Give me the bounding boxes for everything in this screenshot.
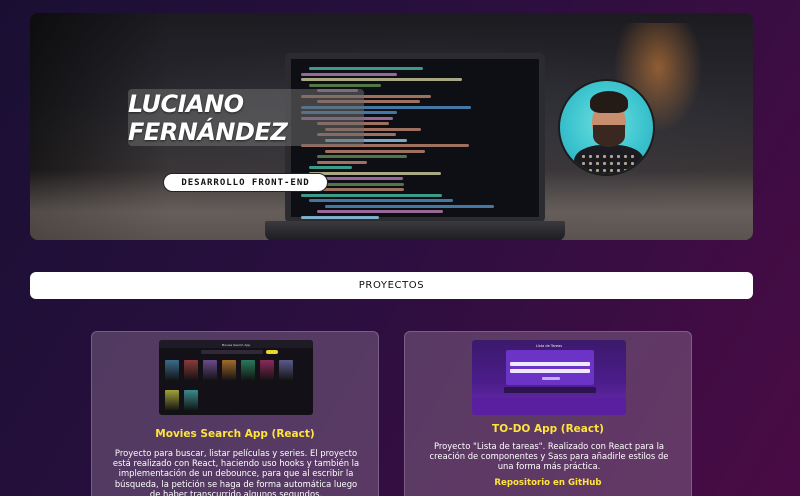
movie-poster — [260, 360, 274, 381]
movie-poster — [165, 360, 179, 381]
hero-name-box: LUCIANO FERNÁNDEZ — [128, 89, 364, 146]
movie-poster — [203, 360, 217, 381]
code-line — [301, 72, 397, 76]
project-card-todo: Lista de Tareas TO-DO App (React) Proyec… — [404, 331, 692, 496]
avatar-shirt-pattern — [580, 153, 638, 174]
project-title: TO-DO App (React) — [492, 423, 604, 435]
hero-role: DESARROLLO FRONT-END — [181, 177, 310, 188]
projects-header: PROYECTOS — [30, 272, 753, 299]
thumb-footer — [472, 398, 626, 415]
thumb-button — [542, 377, 560, 380]
code-line — [317, 210, 443, 213]
code-line — [309, 83, 381, 87]
code-line — [325, 204, 494, 208]
thumb-input — [510, 362, 590, 366]
code-line — [325, 149, 425, 153]
movie-poster — [165, 390, 179, 411]
hero-laptop-base — [265, 221, 565, 240]
code-line — [317, 155, 407, 158]
movie-poster — [279, 360, 293, 381]
avatar — [558, 79, 655, 176]
movie-poster — [184, 390, 198, 411]
hero-banner: LUCIANO FERNÁNDEZ DESARROLLO FRONT-END — [30, 13, 753, 240]
thumb-search-field — [201, 350, 263, 354]
thumb-title: Movies Search App — [221, 343, 251, 347]
projects-header-label: PROYECTOS — [358, 280, 425, 291]
code-line — [301, 215, 379, 219]
project-title: Movies Search App (React) — [155, 428, 315, 440]
github-repo-link[interactable]: Repositorio en GitHub — [405, 478, 691, 488]
hero-role-badge: DESARROLLO FRONT-END — [163, 173, 328, 192]
thumb-task-list — [504, 387, 596, 393]
avatar-beard — [593, 125, 625, 147]
code-line — [301, 193, 442, 197]
thumb-title: Lista de Tareas — [535, 344, 563, 348]
code-line — [301, 78, 462, 81]
movie-poster — [241, 360, 255, 381]
avatar-hair — [590, 91, 628, 113]
code-line — [325, 177, 403, 180]
code-line — [309, 67, 423, 70]
project-description: Proyecto "Lista de tareas". Realizado co… — [429, 441, 669, 472]
code-line — [309, 199, 453, 202]
code-line — [309, 166, 352, 169]
project-card-movies: Movies Search App Movies Search App (Rea… — [91, 331, 379, 496]
code-line — [309, 171, 441, 175]
project-thumbnail-movies[interactable]: Movies Search App — [159, 340, 313, 415]
hero-name: LUCIANO FERNÁNDEZ — [128, 89, 288, 146]
thumb-search-button — [266, 350, 278, 354]
movie-poster — [184, 360, 198, 381]
thumb-input — [510, 369, 590, 373]
project-thumbnail-todo[interactable]: Lista de Tareas — [472, 340, 626, 415]
movie-poster — [222, 360, 236, 381]
code-line — [317, 160, 367, 164]
project-description: Proyecto para buscar, listar películas y… — [112, 448, 360, 496]
